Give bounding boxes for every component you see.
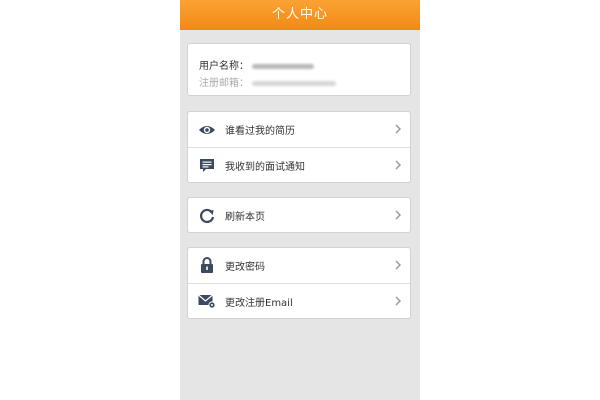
message-icon [198,157,216,175]
menu-group-refresh: 刷新本页 [187,197,411,233]
menu-item-refresh[interactable]: 刷新本页 [188,198,410,233]
mail-settings-icon [198,293,216,311]
eye-icon [198,121,216,139]
username-value-redacted [252,63,314,69]
menu-item-label: 更改注册Email [225,298,293,309]
chevron-right-icon [395,210,401,220]
menu-item-label: 我收到的面试通知 [225,162,305,173]
profile-card: 用户名称： 注册邮箱： [187,43,411,96]
email-label: 注册邮箱： [199,78,249,89]
username-label: 用户名称： [199,61,249,72]
refresh-icon [198,207,216,225]
menu-item-label: 谁看过我的简历 [225,126,295,137]
menu-group-resume: 谁看过我的简历 我收到的面试通知 [187,111,411,183]
menu-item-label: 更改密码 [225,262,265,273]
page-title: 个人中心 [180,0,420,30]
menu-item-interview-notices[interactable]: 我收到的面试通知 [188,147,410,183]
menu-item-label: 刷新本页 [225,212,265,223]
menu-item-change-email[interactable]: 更改注册Email [188,283,410,319]
menu-item-resume-viewers[interactable]: 谁看过我的简历 [188,112,410,147]
app-screen: 个人中心 用户名称： 注册邮箱： 谁看过我的简历 我收到的面试通知 刷新本页 更… [180,0,420,400]
chevron-right-icon [395,160,401,170]
chevron-right-icon [395,124,401,134]
menu-group-account: 更改密码 更改注册Email [187,247,411,319]
lock-icon [198,257,216,275]
email-row: 注册邮箱： [199,74,336,89]
chevron-right-icon [395,260,401,270]
chevron-right-icon [395,296,401,306]
menu-item-change-password[interactable]: 更改密码 [188,248,410,283]
username-row: 用户名称： [199,57,314,72]
email-value-redacted [252,80,336,86]
